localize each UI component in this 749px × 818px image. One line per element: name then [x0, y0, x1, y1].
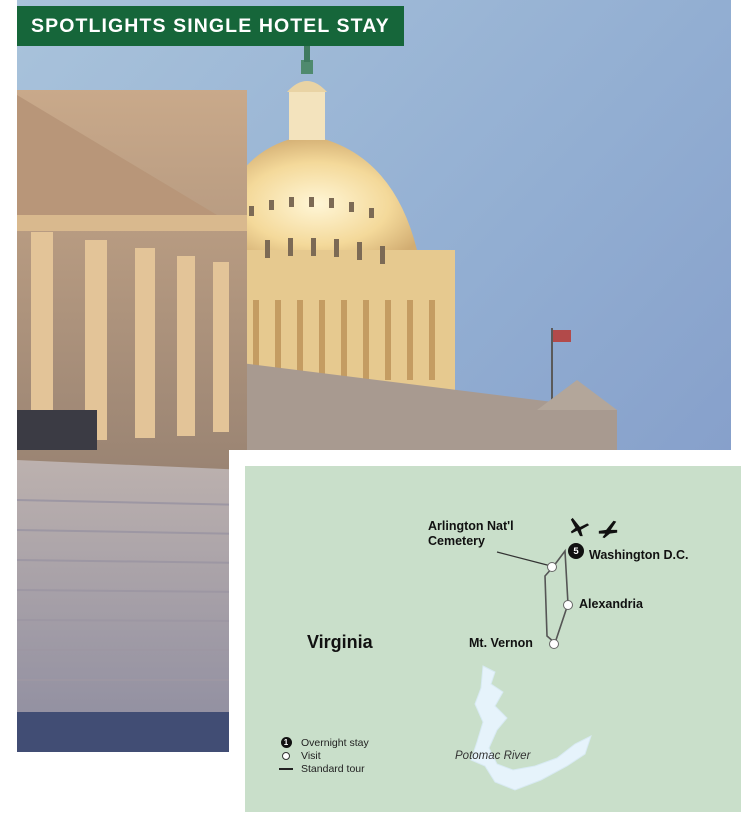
state-label: Virginia: [307, 632, 373, 652]
mt-vernon-visit-marker: [549, 639, 559, 649]
legend-overnight: 1 Overnight stay: [279, 736, 369, 749]
map-legend: 1 Overnight stay Visit Standard tour: [279, 736, 369, 775]
legend-visit-label: Visit: [301, 749, 321, 762]
arlington-label: Arlington Nat'l Cemetery: [428, 519, 514, 548]
river-label: Potomac River: [455, 750, 531, 762]
route-map-card: 5 Washington D.C. Arlington Nat'l Cemete…: [229, 450, 749, 818]
arlington-visit-marker: [547, 562, 557, 572]
tour-type-banner: SPOTLIGHTS SINGLE HOTEL STAY: [17, 6, 404, 46]
alexandria-visit-marker: [563, 600, 573, 610]
route-map: 5 Washington D.C. Arlington Nat'l Cemete…: [245, 466, 741, 812]
legend-overnight-label: Overnight stay: [301, 736, 369, 749]
overnight-nights: 5: [573, 545, 579, 557]
visit-icon: [282, 751, 290, 760]
washington-dc-label: Washington D.C.: [589, 548, 689, 562]
legend-tour-label: Standard tour: [301, 762, 365, 775]
overnight-stay-marker: 5: [568, 543, 584, 559]
overnight-stay-icon: 1: [280, 737, 292, 748]
mt-vernon-label: Mt. Vernon: [469, 636, 533, 650]
legend-visit: Visit: [279, 749, 369, 762]
standard-tour-line-icon: [279, 767, 293, 770]
alexandria-label: Alexandria: [579, 597, 643, 611]
legend-tour: Standard tour: [279, 762, 369, 775]
